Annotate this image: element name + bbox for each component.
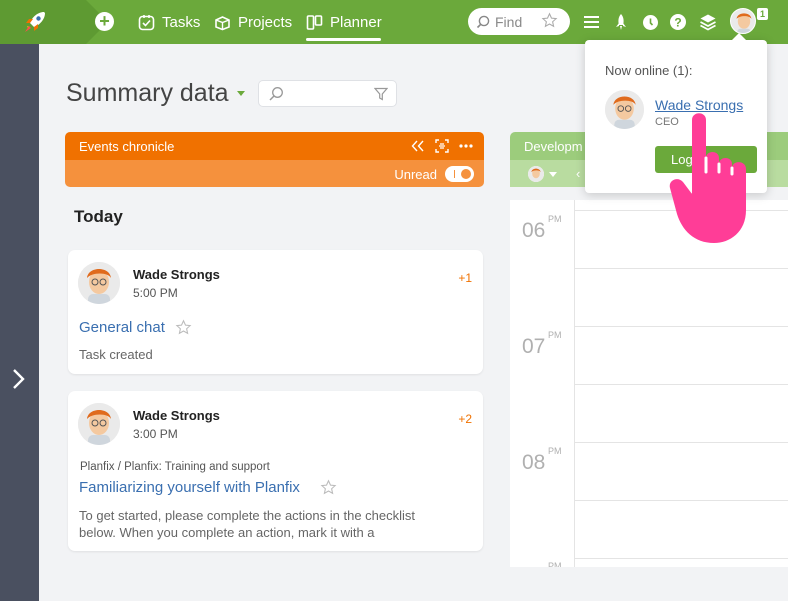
filter-funnel-icon[interactable] bbox=[374, 87, 388, 101]
timeline-gridline bbox=[574, 384, 788, 385]
unread-toggle-label: Unread bbox=[394, 167, 437, 182]
hour-label: 07 bbox=[522, 335, 546, 358]
global-search-input[interactable]: Find bbox=[468, 8, 570, 35]
collapse-left-icon[interactable] bbox=[410, 138, 426, 154]
event-author[interactable]: Wade Strongs bbox=[133, 267, 220, 282]
timeline-gridline bbox=[574, 442, 788, 443]
favorite-star-icon[interactable] bbox=[541, 12, 558, 29]
online-count-badge: 1 bbox=[757, 8, 768, 20]
ampm-label: PM bbox=[548, 214, 562, 224]
timeline-gridline bbox=[574, 558, 788, 559]
event-count-badge: +1 bbox=[458, 271, 472, 285]
svg-text:?: ? bbox=[674, 16, 681, 30]
event-time: 3:00 PM bbox=[133, 427, 178, 441]
avatar bbox=[78, 403, 120, 445]
layers-icon[interactable] bbox=[698, 12, 718, 32]
event-description-line-1: To get started, please complete the acti… bbox=[79, 508, 416, 523]
section-heading-today: Today bbox=[74, 207, 123, 226]
day-timeline: 06 PM 07 PM 08 PM PM bbox=[510, 200, 788, 567]
user-dropdown-caret-icon[interactable] bbox=[549, 172, 557, 177]
ampm-label: PM bbox=[548, 330, 562, 340]
user-avatar-icon bbox=[78, 403, 120, 445]
nav-tasks-label: Tasks bbox=[162, 13, 201, 31]
favorite-star-icon[interactable] bbox=[175, 319, 192, 336]
popover-title: Now online (1): bbox=[605, 63, 693, 78]
search-placeholder: Find bbox=[495, 13, 523, 30]
nav-projects-label: Projects bbox=[238, 13, 293, 31]
event-description: Task created bbox=[79, 347, 153, 362]
breadcrumb[interactable]: Planfix / Planfix: Training and support bbox=[80, 461, 270, 473]
event-count-badge: +2 bbox=[458, 412, 472, 426]
event-author[interactable]: Wade Strongs bbox=[133, 408, 220, 423]
chevron-right-icon[interactable] bbox=[9, 366, 29, 392]
event-description-line-2: below. When you complete an action, mark… bbox=[79, 525, 375, 540]
rocket-logo-icon bbox=[25, 12, 45, 32]
summary-search-input[interactable] bbox=[258, 80, 397, 107]
page-title[interactable]: Summary data bbox=[66, 79, 229, 108]
more-options-icon[interactable] bbox=[458, 138, 474, 154]
launch-rocket-icon[interactable] bbox=[611, 12, 631, 32]
toggle-knob bbox=[461, 169, 471, 179]
timeline-gridline bbox=[574, 500, 788, 501]
nav-planner-label: Planner bbox=[330, 13, 382, 31]
profile-avatar[interactable] bbox=[730, 8, 756, 34]
focus-frame-icon[interactable] bbox=[434, 138, 450, 154]
user-avatar-icon bbox=[528, 166, 544, 182]
online-user-name-link[interactable]: Wade Strongs bbox=[655, 97, 743, 113]
user-avatar-icon bbox=[78, 262, 120, 304]
hour-label: 06 bbox=[522, 219, 546, 242]
top-navigation-bar: + Tasks Projects Planner Find ? 1 bbox=[0, 0, 788, 44]
active-tab-indicator bbox=[306, 38, 381, 41]
favorite-star-icon[interactable] bbox=[320, 479, 337, 496]
event-time: 5:00 PM bbox=[133, 286, 178, 300]
hour-label: 08 bbox=[522, 451, 546, 474]
help-icon[interactable]: ? bbox=[668, 12, 688, 32]
task-check-icon bbox=[138, 14, 155, 30]
development-panel-title: Developm bbox=[524, 139, 583, 154]
hamburger-menu-icon[interactable] bbox=[581, 12, 601, 32]
nav-projects[interactable]: Projects bbox=[214, 0, 292, 44]
timer-icon[interactable] bbox=[640, 12, 660, 32]
pointing-hand-cursor-icon bbox=[669, 113, 746, 243]
timeline-gridline bbox=[574, 326, 788, 327]
unread-toggle[interactable] bbox=[445, 166, 474, 182]
search-icon bbox=[476, 15, 490, 28]
user-avatar-icon bbox=[605, 90, 644, 129]
user-avatar-icon bbox=[731, 9, 755, 33]
chevron-left-icon[interactable]: ‹ bbox=[576, 166, 580, 181]
add-button[interactable]: + bbox=[95, 12, 114, 31]
events-chronicle-toolbar: Unread bbox=[65, 160, 484, 187]
planner-columns-icon bbox=[306, 14, 323, 30]
logo-area[interactable] bbox=[0, 0, 108, 44]
nav-tasks[interactable]: Tasks bbox=[138, 0, 200, 44]
projects-box-icon bbox=[215, 15, 230, 30]
event-title-link[interactable]: Familiarizing yourself with Planfix bbox=[79, 479, 300, 496]
title-dropdown-caret-icon[interactable] bbox=[237, 91, 245, 96]
left-sidebar-rail bbox=[0, 44, 39, 601]
avatar[interactable] bbox=[605, 90, 644, 129]
ampm-label: PM bbox=[548, 561, 562, 567]
event-card[interactable]: Wade Strongs 3:00 PM +2 Planfix / Planfi… bbox=[68, 391, 483, 551]
ampm-label: PM bbox=[548, 446, 562, 456]
search-icon bbox=[269, 87, 283, 101]
events-chronicle-title: Events chronicle bbox=[79, 139, 175, 154]
toggle-bar bbox=[454, 170, 455, 178]
timeline-gridline bbox=[574, 268, 788, 269]
avatar bbox=[78, 262, 120, 304]
event-card[interactable]: Wade Strongs 5:00 PM +1 General chat Tas… bbox=[68, 250, 483, 374]
avatar[interactable] bbox=[528, 166, 544, 182]
events-chronicle-header: Events chronicle bbox=[65, 132, 484, 160]
event-title-link[interactable]: General chat bbox=[79, 319, 165, 336]
